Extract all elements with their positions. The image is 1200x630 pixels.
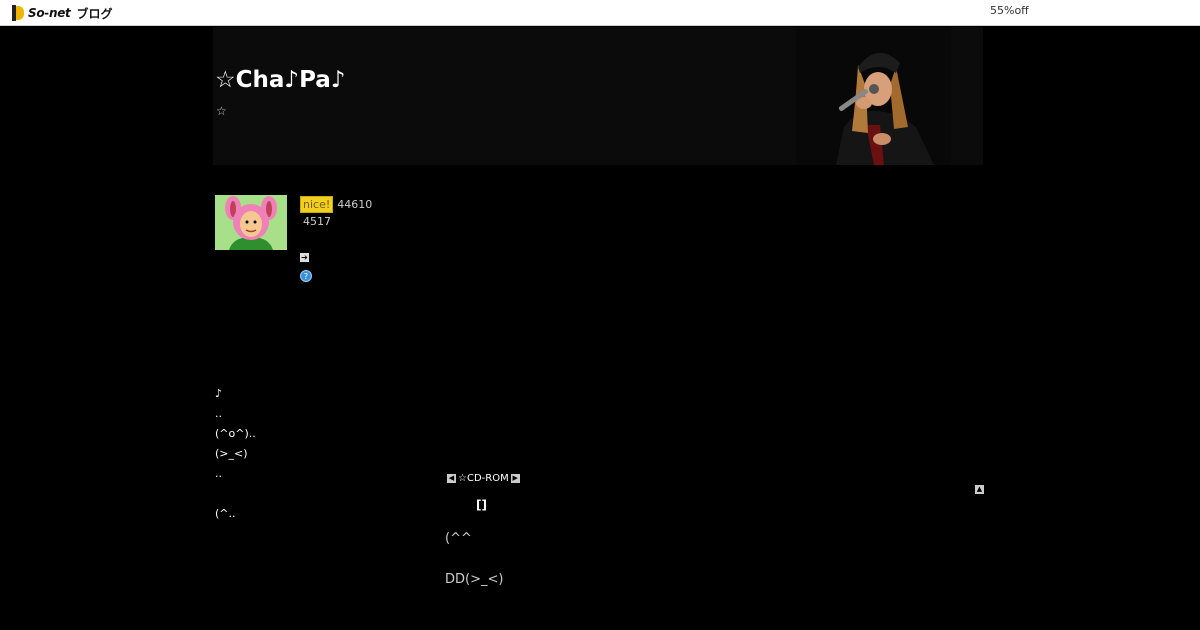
secondary-count: 4517: [303, 215, 331, 228]
prev-arrow-icon[interactable]: ◀: [447, 474, 456, 483]
nice-badge[interactable]: nice!: [300, 196, 334, 213]
up-arrow-icon: ▲: [975, 485, 984, 494]
sonet-logo[interactable]: So-net ブログ: [12, 4, 113, 22]
sidebar-line: (^..: [215, 507, 236, 520]
promo-link[interactable]: 55%off: [990, 4, 1029, 17]
help-icon[interactable]: ?: [300, 270, 312, 282]
header-photo: [796, 27, 951, 165]
profile-avatar[interactable]: [215, 195, 287, 250]
next-arrow-icon[interactable]: ▶: [510, 474, 520, 483]
sidebar-line: ..: [215, 407, 222, 420]
profile-arrow-icon[interactable]: ➔: [300, 253, 309, 262]
nice-count: 44610: [337, 198, 373, 211]
blog-title[interactable]: ☆Cha♪Pa♪: [215, 67, 346, 93]
top-bar: So-net ブログ 55%off: [0, 0, 1200, 26]
nice-row: nice! 44610: [300, 196, 372, 213]
blog-description: ☆: [216, 104, 227, 118]
singer-photo-illustration: [796, 27, 951, 165]
sidebar-line: ♪: [215, 387, 223, 400]
sidebar-line: ..: [215, 467, 222, 480]
back-to-top-button[interactable]: ▲: [973, 476, 986, 495]
blog-header: ☆Cha♪Pa♪ ☆: [213, 27, 983, 165]
sidebar-text: ♪ .. (^o^).. (>_<) .. (^..: [215, 386, 256, 526]
logo-service-text: ブログ: [76, 6, 113, 21]
article-category[interactable]: []: [476, 498, 487, 512]
sidebar-line: (^o^)..: [215, 427, 256, 440]
sidebar-line: (>_<): [215, 447, 248, 460]
article-nav-title[interactable]: ☆CD-ROM: [458, 473, 509, 484]
article-body-line: DD(>_<): [445, 572, 504, 587]
bunny-avatar-icon: [215, 195, 287, 250]
article-nav: ◀ ☆CD-ROM ▶: [445, 473, 522, 484]
sidebar-line: [215, 486, 256, 506]
logo-brand-text: So-net: [28, 6, 71, 20]
article-body-line: (^^: [445, 531, 472, 546]
sonet-logo-icon: [12, 5, 26, 21]
